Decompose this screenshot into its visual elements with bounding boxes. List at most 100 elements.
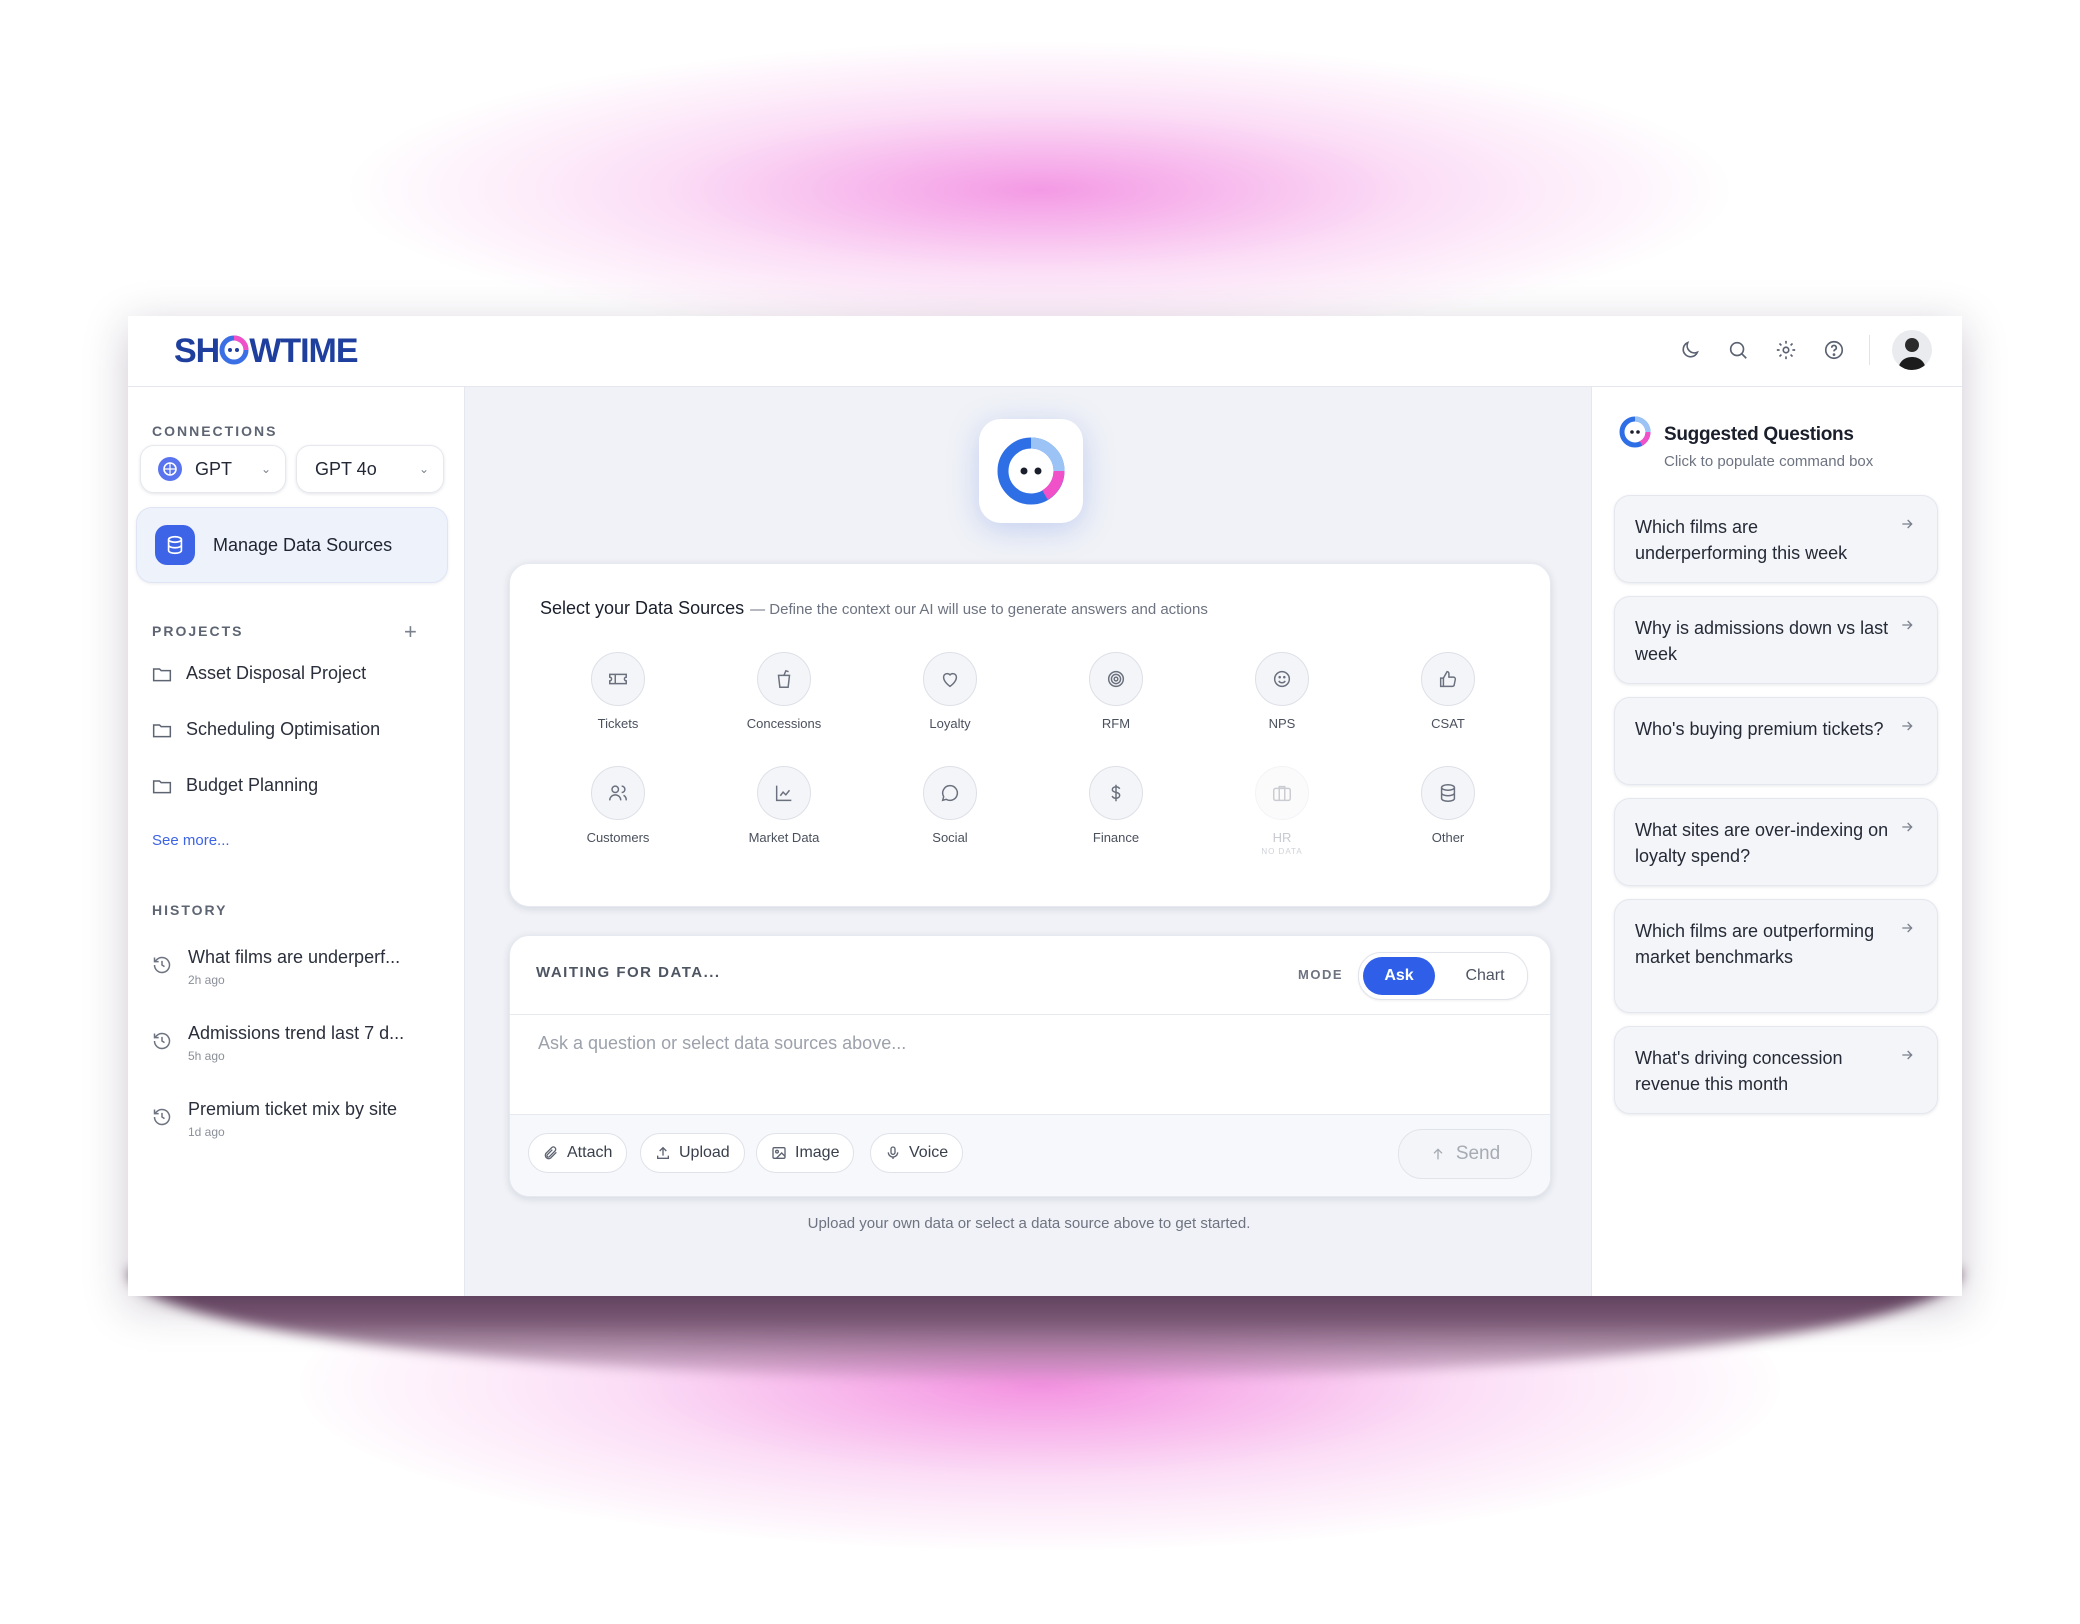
toolbar-divider — [1869, 335, 1870, 365]
suggested-questions-subtitle: Click to populate command box — [1664, 453, 1874, 470]
history-title: Premium ticket mix by site — [188, 1099, 398, 1119]
data-source-market-data[interactable]: Market Data — [714, 766, 854, 845]
dollar-icon — [1089, 766, 1143, 820]
suggested-question-card[interactable]: Which films are outperforming market ben… — [1614, 899, 1938, 1013]
suggested-question-card[interactable]: What's driving concession revenue this m… — [1614, 1026, 1938, 1114]
chat-bubble-icon — [923, 766, 977, 820]
data-source-other[interactable]: Other — [1378, 766, 1518, 845]
arrow-right-icon — [1899, 617, 1915, 633]
manage-data-sources-button[interactable]: Manage Data Sources — [136, 507, 448, 583]
data-source-label: Other — [1431, 830, 1465, 845]
app-window: SH WTIME CONNECTIONS GPT ⌄ GPT 4o ⌄ Manag… — [128, 316, 1962, 1296]
assistant-mini-icon — [1618, 415, 1652, 454]
history-time: 2h ago — [188, 973, 225, 987]
thumbs-up-icon — [1421, 652, 1475, 706]
project-item[interactable]: Budget Planning — [152, 775, 318, 796]
command-box: WAITING FOR DATA... MODE Ask Chart Attac… — [509, 935, 1551, 1197]
top-bar: SH WTIME — [128, 316, 1962, 387]
search-icon[interactable] — [1725, 337, 1751, 363]
send-button[interactable]: Send — [1398, 1129, 1532, 1179]
mode-ask-button[interactable]: Ask — [1363, 957, 1435, 995]
history-icon — [152, 1107, 172, 1132]
provider-select[interactable]: GPT ⌄ — [140, 445, 286, 493]
no-data-note: NO DATA — [1261, 847, 1303, 856]
data-source-label: Tickets — [597, 716, 639, 731]
data-source-loyalty[interactable]: Loyalty — [880, 652, 1020, 731]
chevron-down-icon: ⌄ — [418, 462, 429, 476]
data-source-label: Market Data — [748, 830, 820, 845]
project-item[interactable]: Asset Disposal Project — [152, 663, 366, 684]
command-input[interactable] — [536, 1032, 1520, 1055]
suggested-question-text: What sites are over-indexing on loyalty … — [1635, 820, 1889, 866]
assistant-logo-icon — [979, 419, 1083, 523]
paperclip-icon — [543, 1145, 559, 1161]
see-more-link[interactable]: See more... — [152, 832, 230, 849]
arrow-up-icon — [1430, 1146, 1446, 1162]
command-box-header: WAITING FOR DATA... MODE Ask Chart — [510, 936, 1550, 1015]
data-source-label: Customers — [586, 830, 650, 845]
mode-chart-button[interactable]: Chart — [1455, 957, 1515, 995]
arrow-right-icon — [1899, 1047, 1915, 1063]
get-started-hint: Upload your own data or select a data so… — [807, 1215, 1251, 1232]
history-title: Admissions trend last 7 d... — [188, 1023, 405, 1043]
attach-button[interactable]: Attach — [528, 1133, 628, 1173]
folder-icon — [152, 777, 174, 795]
suggested-questions-panel: Suggested Questions Click to populate co… — [1591, 387, 1962, 1296]
data-sources-subtitle: — Define the context our AI will use to … — [750, 601, 1208, 618]
data-source-label: RFM — [1101, 716, 1131, 731]
dark-mode-icon[interactable] — [1677, 337, 1703, 363]
user-avatar[interactable] — [1892, 330, 1932, 370]
image-icon — [771, 1145, 787, 1161]
image-button[interactable]: Image — [756, 1133, 855, 1173]
connections-label: CONNECTIONS — [152, 423, 278, 439]
data-source-label: HR — [1272, 830, 1292, 845]
upload-label: Upload — [679, 1144, 730, 1161]
data-source-hr: HR NO DATA — [1212, 766, 1352, 856]
suggested-question-card[interactable]: Which films are underperforming this wee… — [1614, 495, 1938, 583]
data-source-tickets[interactable]: Tickets — [548, 652, 688, 731]
data-sources-heading: Select your Data Sources — Define the con… — [540, 598, 1208, 619]
data-source-label: CSAT — [1431, 716, 1465, 731]
suggested-question-card[interactable]: What sites are over-indexing on loyalty … — [1614, 798, 1938, 886]
data-source-finance[interactable]: Finance — [1046, 766, 1186, 845]
data-source-csat[interactable]: CSAT — [1378, 652, 1518, 731]
suggested-question-card[interactable]: Who's buying premium tickets? — [1614, 697, 1938, 785]
history-title: What films are underperf... — [188, 947, 401, 967]
history-icon — [152, 955, 172, 980]
suggested-question-text: Which films are outperforming market ben… — [1635, 921, 1875, 967]
status-text: WAITING FOR DATA... — [536, 964, 721, 981]
folder-icon — [152, 665, 174, 683]
suggested-question-card[interactable]: Why is admissions down vs last week — [1614, 596, 1938, 684]
data-source-social[interactable]: Social — [880, 766, 1020, 845]
suggested-questions-header: Suggested Questions — [1618, 415, 1854, 454]
model-value: GPT 4o — [315, 458, 377, 479]
mode-label: MODE — [1298, 967, 1343, 982]
data-source-concessions[interactable]: Concessions — [714, 652, 854, 731]
help-icon[interactable] — [1821, 337, 1847, 363]
data-source-rfm[interactable]: RFM — [1046, 652, 1186, 731]
data-source-label: Social — [932, 830, 968, 845]
gear-icon[interactable] — [1773, 337, 1799, 363]
main-panel: Select your Data Sources — Define the con… — [465, 387, 1590, 1296]
suggested-question-text: Which films are underperforming this wee… — [1635, 517, 1848, 563]
upload-button[interactable]: Upload — [640, 1133, 745, 1173]
project-item[interactable]: Scheduling Optimisation — [152, 719, 380, 740]
data-source-customers[interactable]: Customers — [548, 766, 688, 845]
history-label: HISTORY — [152, 902, 228, 918]
model-select[interactable]: GPT 4o ⌄ — [296, 445, 444, 493]
send-label: Send — [1455, 1143, 1501, 1164]
project-label: Budget Planning — [186, 775, 319, 795]
add-project-icon[interactable]: + — [404, 619, 417, 645]
voice-button[interactable]: Voice — [870, 1133, 964, 1173]
left-sidebar: CONNECTIONS GPT ⌄ GPT 4o ⌄ Manage Data S… — [128, 387, 465, 1296]
data-source-nps[interactable]: NPS — [1212, 652, 1352, 731]
database-icon — [1421, 766, 1475, 820]
project-label: Asset Disposal Project — [186, 663, 367, 683]
upload-icon — [655, 1145, 671, 1161]
showtime-logo[interactable]: SH WTIME — [174, 332, 359, 374]
data-source-label: NPS — [1268, 716, 1296, 731]
briefcase-icon — [1255, 766, 1309, 820]
suggested-question-text: Who's buying premium tickets? — [1635, 719, 1884, 739]
users-icon — [591, 766, 645, 820]
attach-label: Attach — [567, 1144, 613, 1161]
